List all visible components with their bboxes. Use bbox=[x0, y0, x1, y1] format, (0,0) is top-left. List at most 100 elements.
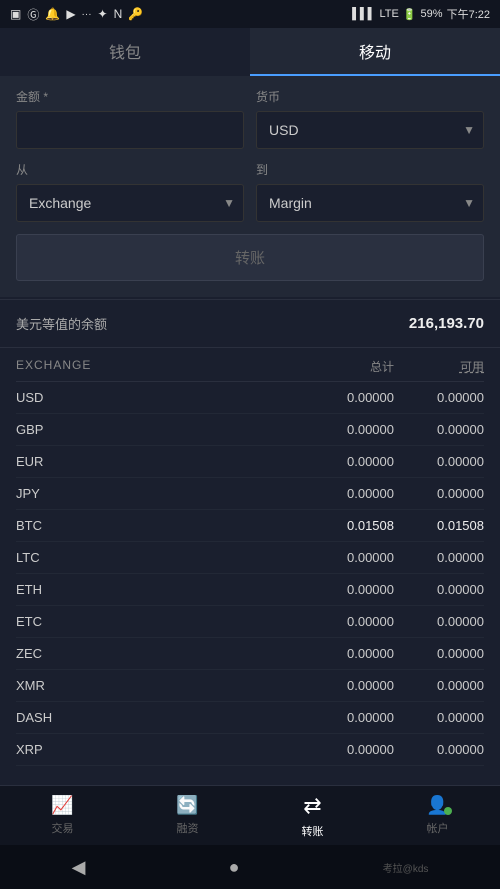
table-row: USD 0.00000 0.00000 bbox=[16, 382, 484, 414]
currency-cell: XRP bbox=[16, 742, 76, 757]
exchange-header: EXCHANGE 总计 可用 bbox=[16, 348, 484, 382]
nav-transfer[interactable]: ⇄ 转账 bbox=[250, 786, 375, 845]
row-values: 0.00000 0.00000 bbox=[304, 454, 484, 469]
available-cell: 0.00000 bbox=[394, 710, 484, 725]
row-values: 0.01508 0.01508 bbox=[304, 518, 484, 533]
exchange-col-headers: 总计 可用 bbox=[304, 358, 484, 375]
footer-text: 考拉@kds bbox=[383, 860, 429, 875]
currency-cell: BTC bbox=[16, 518, 76, 533]
currency-group: 货币 USD ▼ bbox=[256, 88, 484, 149]
row-values: 0.00000 0.00000 bbox=[304, 742, 484, 757]
home-button[interactable]: ● bbox=[229, 857, 240, 878]
currency-select[interactable]: USD ▼ bbox=[256, 111, 484, 149]
from-value: Exchange bbox=[17, 185, 243, 221]
from-label: 从 bbox=[16, 161, 244, 178]
available-cell: 0.00000 bbox=[394, 742, 484, 757]
exchange-section-label: EXCHANGE bbox=[16, 358, 91, 375]
amount-label: 金额 * bbox=[16, 88, 244, 105]
table-row: BTC 0.01508 0.01508 bbox=[16, 510, 484, 542]
back-button[interactable]: ◀ bbox=[72, 857, 86, 878]
icon-key: 🔑 bbox=[128, 7, 143, 21]
from-select[interactable]: Exchange ▼ bbox=[16, 184, 244, 222]
row-values: 0.00000 0.00000 bbox=[304, 582, 484, 597]
row-values: 0.00000 0.00000 bbox=[304, 550, 484, 565]
icon-nfc: N bbox=[114, 7, 123, 21]
total-cell: 0.00000 bbox=[304, 678, 394, 693]
currency-cell: LTC bbox=[16, 550, 76, 565]
available-cell: 0.00000 bbox=[394, 646, 484, 661]
currency-cell: XMR bbox=[16, 678, 76, 693]
available-cell: 0.00000 bbox=[394, 486, 484, 501]
nav-account[interactable]: 👤 帐户 bbox=[375, 786, 500, 845]
currency-cell: EUR bbox=[16, 454, 76, 469]
col-total-header: 总计 bbox=[304, 358, 394, 375]
currency-cell: USD bbox=[16, 390, 76, 405]
table-row: ETH 0.00000 0.00000 bbox=[16, 574, 484, 606]
total-cell: 0.00000 bbox=[304, 582, 394, 597]
table-row: ETC 0.00000 0.00000 bbox=[16, 606, 484, 638]
status-bar: ▣ Ⓖ 🔔 ▶ ··· ✦ N 🔑 ▌▌▌ LTE 🔋 59% 下午7:22 bbox=[0, 0, 500, 28]
time-display: 下午7:22 bbox=[447, 6, 490, 22]
android-nav: ◀ ● 考拉@kds bbox=[0, 845, 500, 889]
total-cell: 0.00000 bbox=[304, 390, 394, 405]
battery-icon: 🔋 bbox=[403, 8, 417, 21]
funding-icon: 🔄 bbox=[176, 795, 198, 816]
total-cell: 0.00000 bbox=[304, 614, 394, 629]
available-cell: 0.00000 bbox=[394, 582, 484, 597]
available-cell: 0.00000 bbox=[394, 678, 484, 693]
exchange-scroll[interactable]: EXCHANGE 总计 可用 USD 0.00000 0.00000 GBP 0… bbox=[0, 348, 500, 822]
main-tab-bar: 钱包 移动 bbox=[0, 28, 500, 76]
currency-cell: ETH bbox=[16, 582, 76, 597]
row-values: 0.00000 0.00000 bbox=[304, 422, 484, 437]
icon-square: ▣ bbox=[10, 7, 21, 21]
form-row-amount-currency: 金额 * 货币 USD ▼ bbox=[16, 88, 484, 149]
icon-bluetooth: ✦ bbox=[98, 7, 108, 21]
row-values: 0.00000 0.00000 bbox=[304, 390, 484, 405]
icon-bell: 🔔 bbox=[45, 7, 60, 21]
total-cell: 0.00000 bbox=[304, 454, 394, 469]
total-cell: 0.00000 bbox=[304, 742, 394, 757]
row-values: 0.00000 0.00000 bbox=[304, 486, 484, 501]
table-row: ZEC 0.00000 0.00000 bbox=[16, 638, 484, 670]
currency-value: USD bbox=[257, 112, 483, 148]
amount-input[interactable] bbox=[16, 111, 244, 149]
balance-value: 216,193.70 bbox=[409, 315, 484, 332]
total-cell: 0.00000 bbox=[304, 710, 394, 725]
nav-funding[interactable]: 🔄 融资 bbox=[125, 786, 250, 845]
currency-arrow-icon: ▼ bbox=[463, 123, 475, 137]
nav-transfer-label: 转账 bbox=[302, 823, 324, 839]
total-cell: 0.00000 bbox=[304, 550, 394, 565]
exchange-rows: USD 0.00000 0.00000 GBP 0.00000 0.00000 … bbox=[16, 382, 484, 766]
to-select[interactable]: Margin ▼ bbox=[256, 184, 484, 222]
nav-funding-label: 融资 bbox=[177, 820, 199, 836]
from-group: 从 Exchange ▼ bbox=[16, 161, 244, 222]
exchange-section: EXCHANGE 总计 可用 USD 0.00000 0.00000 GBP 0… bbox=[0, 348, 500, 766]
to-value: Margin bbox=[257, 185, 483, 221]
total-cell: 0.00000 bbox=[304, 486, 394, 501]
row-values: 0.00000 0.00000 bbox=[304, 678, 484, 693]
row-values: 0.00000 0.00000 bbox=[304, 646, 484, 661]
available-cell: 0.01508 bbox=[394, 518, 484, 533]
currency-cell: DASH bbox=[16, 710, 76, 725]
nav-trade[interactable]: 📈 交易 bbox=[0, 786, 125, 845]
table-row: XMR 0.00000 0.00000 bbox=[16, 670, 484, 702]
table-row: JPY 0.00000 0.00000 bbox=[16, 478, 484, 510]
signal-icon: ▌▌▌ bbox=[352, 8, 375, 20]
row-values: 0.00000 0.00000 bbox=[304, 614, 484, 629]
account-dot bbox=[444, 807, 452, 815]
available-cell: 0.00000 bbox=[394, 550, 484, 565]
total-cell: 0.01508 bbox=[304, 518, 394, 533]
status-right-icons: ▌▌▌ LTE 🔋 59% 下午7:22 bbox=[352, 6, 490, 22]
transfer-icon: ⇄ bbox=[303, 793, 321, 819]
transfer-button[interactable]: 转账 bbox=[16, 234, 484, 281]
nav-trade-label: 交易 bbox=[52, 820, 74, 836]
tab-move[interactable]: 移动 bbox=[250, 28, 500, 76]
table-row: LTC 0.00000 0.00000 bbox=[16, 542, 484, 574]
icon-g: Ⓖ bbox=[27, 6, 39, 23]
tab-wallet[interactable]: 钱包 bbox=[0, 28, 250, 76]
total-cell: 0.00000 bbox=[304, 646, 394, 661]
amount-group: 金额 * bbox=[16, 88, 244, 149]
bottom-nav: 📈 交易 🔄 融资 ⇄ 转账 👤 帐户 bbox=[0, 785, 500, 845]
from-arrow-icon: ▼ bbox=[223, 196, 235, 210]
col-available-header: 可用 bbox=[394, 358, 484, 375]
